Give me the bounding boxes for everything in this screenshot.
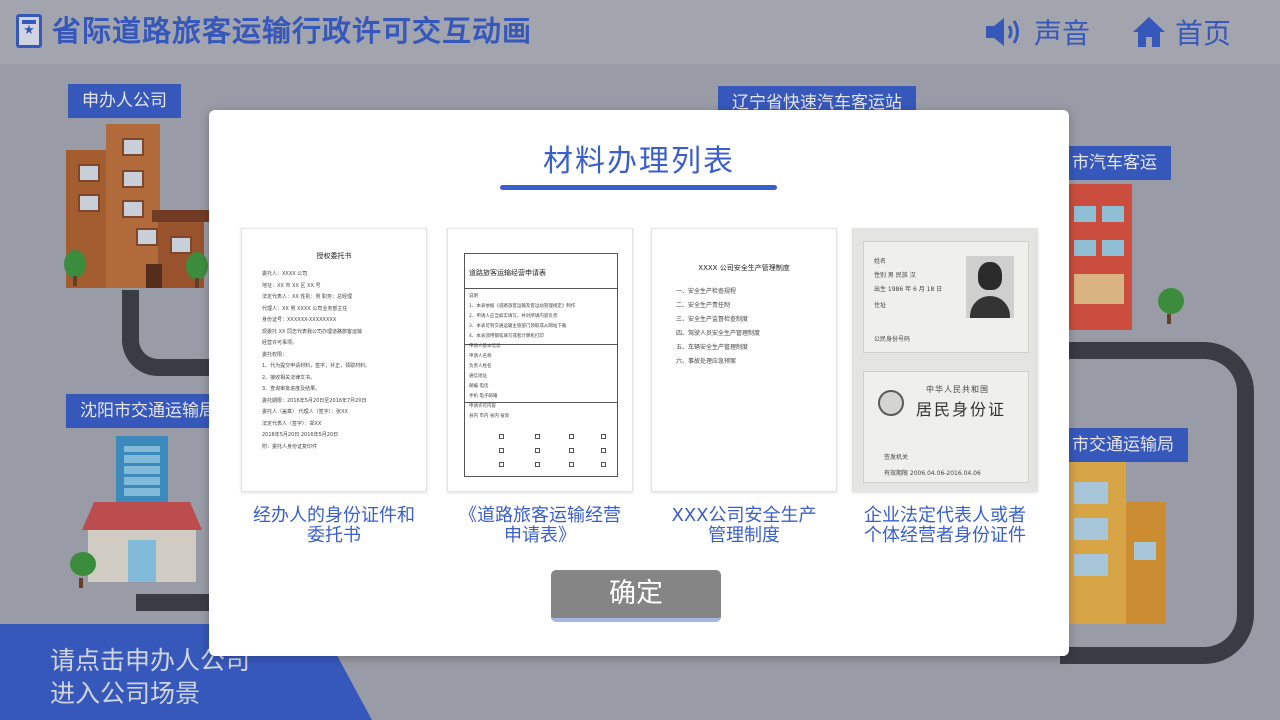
doc-title: 道路旅客运输经营申请表 xyxy=(469,269,546,277)
doc-title: XXXX 公司安全生产管理制度 xyxy=(698,264,790,272)
modal-title: 材料办理列表 xyxy=(543,144,735,179)
id-portrait xyxy=(966,256,1014,318)
document-thumbnail[interactable]: 授权委托书 委托人：XXXX 公司 地址：XX 市 XX 区 XX 号 法定代表… xyxy=(241,228,427,492)
materials-modal: 材料办理列表 授权委托书 委托人：XXXX 公司 地址：XX 市 XX 区 XX… xyxy=(209,110,1069,656)
material-card-application-form[interactable]: 道路旅客运输经营申请表 说明 1、本表依据《道路旅客运输及客运站管理规定》制作 … xyxy=(447,228,633,546)
id-card-front: 姓名 性别 男 民族 汉 出生 1986 年 6 月 18 日 住址 公民身份号… xyxy=(863,241,1029,353)
id-card-photo[interactable]: 姓名 性别 男 民族 汉 出生 1986 年 6 月 18 日 住址 公民身份号… xyxy=(852,228,1038,492)
confirm-button[interactable]: 确定 xyxy=(551,570,721,622)
title-underline xyxy=(500,185,777,190)
doc-body: 委托人：XXXX 公司 地址：XX 市 XX 区 XX 号 法定代表人：XX 性… xyxy=(262,271,371,450)
id-card-back: 中华人民共和国 居民身份证 签发机关 有效期限 2006.04.06-2016.… xyxy=(863,371,1029,483)
material-card-power-of-attorney[interactable]: 授权委托书 委托人：XXXX 公司 地址：XX 市 XX 区 XX 号 法定代表… xyxy=(241,228,427,546)
doc-title: 授权委托书 xyxy=(316,252,352,260)
doc-body: 一、安全生产检查规程 二、安全生产责任制 三、安全生产监督检查制度 四、驾驶人员… xyxy=(676,288,761,365)
document-thumbnail[interactable]: 道路旅客运输经营申请表 说明 1、本表依据《道路旅客运输及客运站管理规定》制作 … xyxy=(447,228,633,492)
doc-body: 说明 1、本表依据《道路旅客运输及客运站管理规定》制作 2、申请人应当如实填写，… xyxy=(469,294,576,419)
document-thumbnail[interactable]: XXXX 公司安全生产管理制度 一、安全生产检查规程 二、安全生产责任制 三、安… xyxy=(651,228,837,492)
material-caption: XXX公司安全生产 管理制度 xyxy=(671,505,817,546)
national-emblem-icon xyxy=(878,390,904,416)
material-caption: 企业法定代表人或者 个体经营者身份证件 xyxy=(864,505,1026,546)
material-card-safety-regulations[interactable]: XXXX 公司安全生产管理制度 一、安全生产检查规程 二、安全生产责任制 三、安… xyxy=(651,228,837,546)
form-frame: 道路旅客运输经营申请表 说明 1、本表依据《道路旅客运输及客运站管理规定》制作 … xyxy=(464,253,618,477)
material-card-id-card[interactable]: 姓名 性别 男 民族 汉 出生 1986 年 6 月 18 日 住址 公民身份号… xyxy=(852,228,1038,546)
material-caption: 《道路旅客运输经营 申请表》 xyxy=(459,505,621,546)
material-caption: 经办人的身份证件和 委托书 xyxy=(253,505,415,546)
